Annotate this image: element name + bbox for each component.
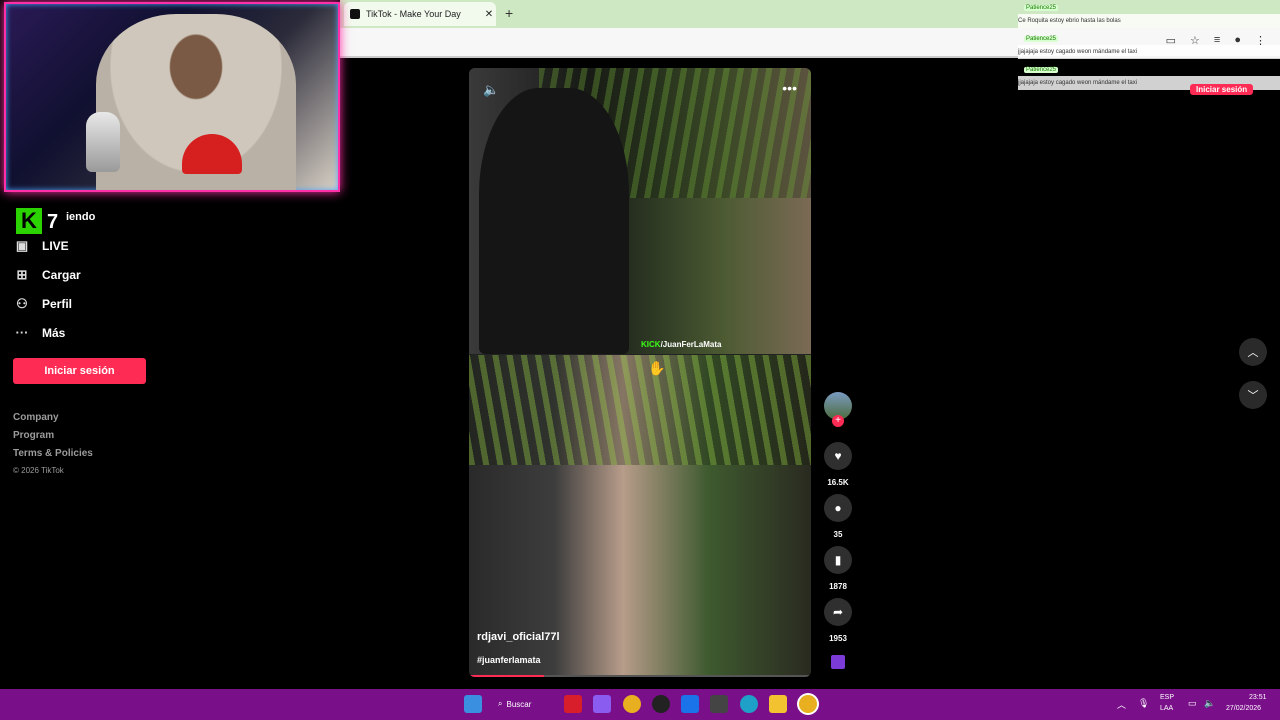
copyright: © 2026 TikTok (13, 466, 64, 475)
previous-video-button[interactable]: ︿ (1239, 338, 1267, 366)
video-hashtag[interactable]: #juanferlamata (477, 655, 541, 665)
video-frame-top: KICK/JuanFerLaMata (469, 68, 811, 354)
share-count: 1953 (829, 634, 847, 643)
taskbar-search[interactable]: ⌕ Buscar (498, 693, 550, 715)
language-top[interactable]: ESP (1160, 694, 1174, 701)
footer-link-company[interactable]: Company (13, 412, 59, 423)
language-bottom[interactable]: LAA (1160, 705, 1173, 712)
browser-tab[interactable]: TikTok - Make Your Day ✕ (344, 2, 496, 26)
clock-time[interactable]: 23:51 (1249, 694, 1267, 701)
search-icon: ⌕ (498, 699, 503, 708)
footer-link-terms[interactable]: Terms & Policies (13, 448, 93, 459)
next-video-button[interactable]: ﹀ (1239, 381, 1267, 409)
bookmark-icon[interactable]: ▮ (824, 546, 852, 574)
video-progress-bar[interactable] (469, 675, 811, 677)
like-count: 16.5K (827, 478, 849, 487)
volume-tray-icon[interactable]: 🔈 (1204, 698, 1215, 709)
tiktok-favicon-icon (350, 9, 360, 19)
comment-count: 35 (833, 530, 843, 539)
upload-icon: ⊞ (16, 267, 28, 282)
new-tab-button[interactable]: + (505, 5, 513, 21)
share-action[interactable]: ➦ 1953 (823, 598, 853, 643)
comment-icon[interactable]: ● (824, 494, 852, 522)
microphone-icon (86, 112, 120, 172)
chat-username: Patience25 (1024, 36, 1059, 42)
video-player[interactable]: KICK/JuanFerLaMata 🔈 ••• rdjavi_oficial7… (469, 68, 811, 677)
github-icon[interactable] (652, 695, 670, 713)
follow-plus-icon[interactable]: + (832, 415, 844, 427)
windows-start-icon[interactable] (464, 695, 482, 713)
profile-icon: ⚇ (16, 296, 28, 311)
mail-icon[interactable] (681, 695, 699, 713)
following-label-partial[interactable]: iendo (66, 211, 95, 223)
sidebar-item-label: Perfil (42, 297, 73, 311)
chevron-up-icon: ︿ (1247, 347, 1259, 359)
more-icon: ··· (15, 325, 29, 340)
heart-icon[interactable]: ♥ (824, 442, 852, 470)
video-username[interactable]: rdjavi_oficial77l (477, 631, 560, 643)
microphone-tray-icon[interactable]: 🎙 (1138, 698, 1149, 709)
tab-title: TikTok - Make Your Day (366, 9, 461, 19)
background-plants (469, 355, 811, 465)
chrome-icon[interactable] (623, 695, 641, 713)
mouse-cursor-icon: ✋ (648, 360, 666, 376)
chat-message: jjajajaja estoy cagado weon mándame el t… (1018, 45, 1280, 59)
chat-username: Patience25 (1024, 67, 1059, 73)
volume-icon[interactable]: 🔈 (483, 82, 499, 98)
chat-username: Patience25 (1024, 5, 1059, 11)
footer-link-program[interactable]: Program (13, 430, 54, 441)
save-action[interactable]: ▮ 1878 (823, 546, 853, 591)
more-options-icon[interactable]: ••• (782, 80, 797, 96)
music-disc-icon[interactable] (831, 655, 845, 669)
person-figure (479, 88, 629, 354)
network-icon[interactable]: ▭ (1188, 698, 1197, 709)
copilot-icon[interactable] (593, 695, 611, 713)
video-progress-fill (469, 675, 545, 677)
edge-icon[interactable] (740, 695, 758, 713)
search-label: Buscar (506, 699, 532, 709)
close-tab-icon[interactable]: ✕ (482, 9, 496, 20)
streamer-webcam (4, 2, 340, 192)
sidebar-item-label: Más (42, 325, 66, 340)
watermark-top: KICK/JuanFerLaMata (641, 340, 722, 349)
sidebar-item-upload[interactable]: ⊞ Cargar (14, 267, 81, 283)
comment-action[interactable]: ● 35 (823, 494, 853, 539)
share-icon[interactable]: ➦ (824, 598, 852, 626)
sidebar-item-label: Cargar (42, 268, 81, 282)
tray-chevron-icon[interactable]: ︿ (1117, 698, 1126, 711)
sidebar-item-more[interactable]: ··· Más (14, 325, 66, 340)
pdf-app-icon[interactable] (564, 695, 582, 713)
video-frame-bottom (469, 355, 811, 677)
store-icon[interactable] (710, 695, 728, 713)
chevron-down-icon: ﹀ (1247, 390, 1259, 402)
chrome-active-icon[interactable] (799, 695, 817, 713)
sidebar-item-live[interactable]: ▣ LIVE (14, 238, 69, 254)
save-count: 1878 (829, 582, 847, 591)
kick-logo-icon: K (16, 208, 42, 234)
viewer-count: 7 (47, 211, 59, 233)
sidebar-item-label: LIVE (42, 239, 69, 253)
clock-date[interactable]: 27/02/2026 (1226, 705, 1261, 712)
sidebar-item-profile[interactable]: ⚇ Perfil (14, 296, 72, 312)
live-icon: ▣ (15, 238, 29, 253)
tiktok-login-button-top[interactable]: Iniciar sesión (1190, 84, 1254, 95)
chat-message: Ce Roquita estoy ebrio hasta las bolas (1018, 14, 1280, 28)
login-button[interactable]: Iniciar sesión (13, 358, 146, 384)
like-action[interactable]: ♥ 16.5K (823, 442, 853, 487)
file-explorer-icon[interactable] (769, 695, 787, 713)
